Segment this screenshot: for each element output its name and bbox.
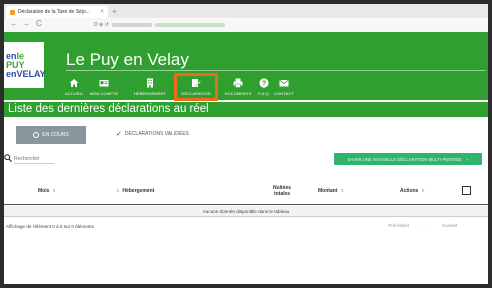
column-header-montant[interactable]: Montant ⇅ — [318, 178, 344, 204]
nav-label: DOCUMENTS — [224, 91, 252, 96]
nav-item-mon-compte[interactable]: MON COMPTE — [88, 78, 120, 98]
mail-icon — [279, 78, 289, 88]
close-tab-icon[interactable]: × — [100, 9, 104, 15]
column-header-mois[interactable]: Mois ⇅ — [38, 178, 56, 204]
column-label: Nuitées totales — [272, 185, 292, 197]
browser-tab-title: Déclaration de la Taxe de Séjo... — [18, 9, 90, 15]
search-input[interactable] — [14, 154, 54, 164]
url-blurred-part — [111, 22, 152, 27]
building-icon — [145, 78, 155, 88]
page-separator: · — [430, 223, 433, 228]
table-row: Aucune donnée disponible dans le tableau — [4, 206, 488, 216]
sort-icon: ⇅ — [421, 188, 425, 193]
clock-icon — [33, 132, 40, 138]
url-field[interactable]: D ⊕ ↺ — [94, 20, 274, 29]
table-header: Mois ⇅ ⇅ Hébergement Nuitées totales Mon… — [4, 178, 488, 204]
nav-label: MON COMPTE — [89, 91, 119, 96]
new-multi-period-declaration-button[interactable]: SAISIR UNE NOUVELLE DÉCLARATION MULTI-PE… — [334, 153, 482, 165]
browser-tab[interactable]: Déclaration de la Taxe de Séjo... × — [6, 6, 108, 18]
divider — [4, 216, 488, 217]
page-title-bar: Liste des dernières déclarations au réel — [4, 102, 488, 117]
logo-text: enVELAY — [6, 68, 46, 79]
divider — [66, 70, 486, 71]
button-label: SAISIR UNE NOUVELLE DÉCLARATION MULTI-PE… — [347, 156, 462, 162]
check-icon: ✓ — [116, 131, 122, 138]
browser-tab-bar: Déclaration de la Taxe de Séjo... × + — [4, 4, 488, 18]
empty-message: Aucune donnée disponible dans le tableau — [202, 208, 290, 214]
pagination: Précédent · · Suivant — [388, 223, 457, 228]
active-nav-highlight — [174, 73, 218, 101]
url-icons: D ⊕ ↺ — [94, 21, 109, 28]
column-header-hebergement[interactable]: ⇅ Hébergement — [116, 178, 154, 204]
nav-item-hebergement[interactable]: HÉBERGEMENT — [130, 78, 170, 98]
site-logo[interactable]: enle PUY enVELAY — [4, 42, 46, 88]
nav-label: F.A.Q. — [258, 91, 270, 96]
nav-item-contact[interactable]: CONTACT — [270, 78, 298, 98]
column-label: Hébergement — [122, 188, 155, 194]
favicon-icon — [10, 9, 15, 15]
url-blurred-part — [154, 22, 225, 27]
next-page-button[interactable]: Suivant — [442, 223, 457, 228]
column-label: Mois — [38, 188, 50, 194]
divider — [4, 204, 488, 205]
plus-icon: + — [465, 156, 469, 162]
screen: Déclaration de la Taxe de Séjo... × + ← … — [4, 4, 488, 284]
tab-label: EN COURS — [42, 132, 69, 138]
nav-label: HÉBERGEMENT — [134, 91, 166, 96]
svg-text:?: ? — [262, 81, 266, 88]
search-icon — [4, 154, 13, 164]
site-header: enle PUY enVELAY Le Puy en Velay ACCUEIL… — [4, 32, 488, 101]
sort-icon: ⇅ — [340, 188, 344, 193]
table-info: Affichage de l'élément 0 à 0 sur 0 éléme… — [6, 224, 94, 229]
column-header-nuitees-totales[interactable]: Nuitées totales — [268, 178, 296, 204]
forward-button[interactable]: → — [22, 19, 30, 28]
select-all-checkbox[interactable] — [462, 186, 471, 195]
nav-item-documents[interactable]: DOCUMENTS — [220, 78, 256, 98]
back-button[interactable]: ← — [10, 19, 18, 28]
home-icon — [69, 78, 79, 88]
site-title: Le Puy en Velay — [66, 50, 189, 69]
new-tab-button[interactable]: + — [112, 7, 117, 16]
search-box — [4, 154, 54, 164]
page-title: Liste des dernières déclarations au réel — [8, 103, 209, 115]
tab-declarations-validees[interactable]: ✓ DÉCLARATIONS VALIDÉES — [116, 130, 189, 138]
column-header-actions[interactable]: Actions ⇅ — [400, 178, 425, 204]
nav-item-accueil[interactable]: ACCUEIL — [60, 78, 88, 98]
nav-label: ACCUEIL — [64, 91, 84, 96]
tab-en-cours[interactable]: EN COURS — [16, 126, 86, 144]
previous-page-button[interactable]: Précédent — [388, 223, 409, 228]
tab-label: DÉCLARATIONS VALIDÉES — [124, 131, 189, 137]
column-label: Montant — [318, 188, 338, 194]
reload-button[interactable]: C — [36, 19, 42, 28]
sort-icon: ⇅ — [116, 188, 120, 193]
print-icon — [233, 78, 243, 88]
nav-label: CONTACT — [274, 91, 294, 96]
account-icon — [99, 78, 109, 88]
sort-icon: ⇅ — [52, 188, 56, 193]
help-icon: ? — [259, 78, 269, 88]
address-bar: ← → C D ⊕ ↺ — [4, 18, 488, 32]
page-separator: · — [418, 223, 421, 228]
column-label: Actions — [400, 188, 419, 194]
